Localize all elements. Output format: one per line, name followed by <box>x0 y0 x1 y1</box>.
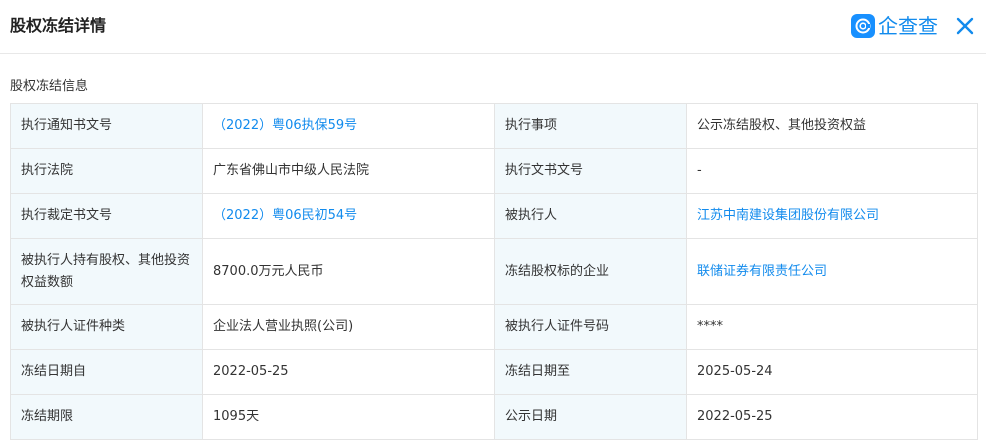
field-label: 执行文书文号 <box>494 148 687 194</box>
table-row: 被执行人证件种类 企业法人营业执照(公司) 被执行人证件号码 **** <box>10 304 978 350</box>
section-title: 股权冻结信息 <box>10 79 89 94</box>
field-label: 冻结期限 <box>10 394 203 440</box>
field-label: 冻结日期自 <box>10 349 203 395</box>
table-row: 冻结日期自 2022-05-25 冻结日期至 2025-05-24 <box>10 349 978 395</box>
table-row: 被执行人持有股权、其他投资权益数额 8700.0万元人民币 冻结股权标的企业 联储证券… <box>10 238 978 305</box>
field-value: **** <box>686 304 978 350</box>
brand-logo: 企查查 <box>851 12 938 40</box>
field-value-link[interactable]: 联储证券有限责任公司 <box>697 264 827 279</box>
field-label: 执行法院 <box>10 148 203 194</box>
field-value: 8700.0万元人民币 <box>202 238 495 305</box>
field-value: 2025-05-24 <box>686 349 978 395</box>
field-value-link[interactable]: 江苏中南建设集团股份有限公司 <box>697 208 879 223</box>
table-row: 执行法院 广东省佛山市中级人民法院 执行文书文号 - <box>10 148 978 194</box>
field-label: 被执行人证件种类 <box>10 304 203 350</box>
dialog-title: 股权冻结详情 <box>10 16 107 35</box>
field-label: 公示日期 <box>494 394 687 440</box>
field-label: 冻结日期至 <box>494 349 687 395</box>
field-label: 执行裁定书文号 <box>10 193 203 239</box>
table-row: 冻结期限 1095天 公示日期 2022-05-25 <box>10 394 978 440</box>
field-value: 广东省佛山市中级人民法院 <box>202 148 495 194</box>
freeze-info-table: 执行通知书文号 （2022）粤06执保59号 执行事项 公示冻结股权、其他投资权益 执行… <box>10 103 978 440</box>
dialog-header: 股权冻结详情 企查查 <box>0 0 986 54</box>
brand-name: 企查查 <box>878 14 938 38</box>
field-value: 2022-05-25 <box>202 349 495 395</box>
field-label: 被执行人持有股权、其他投资权益数额 <box>10 238 203 305</box>
field-value: 2022-05-25 <box>686 394 978 440</box>
field-value-cell: 联储证券有限责任公司 <box>686 238 978 305</box>
field-value: - <box>686 148 978 194</box>
table-row: 执行通知书文号 （2022）粤06执保59号 执行事项 公示冻结股权、其他投资权益 <box>10 103 978 149</box>
field-value-cell: （2022）粤06民初54号 <box>202 193 495 239</box>
field-label: 执行事项 <box>494 103 687 149</box>
brand-mark-icon <box>851 14 875 38</box>
field-value-link[interactable]: （2022）粤06执保59号 <box>213 118 357 133</box>
field-value-cell: 江苏中南建设集团股份有限公司 <box>686 193 978 239</box>
field-label: 冻结股权标的企业 <box>494 238 687 305</box>
field-label: 被执行人 <box>494 193 687 239</box>
field-value: 公示冻结股权、其他投资权益 <box>686 103 978 149</box>
close-icon[interactable] <box>955 16 975 36</box>
field-value: 1095天 <box>202 394 495 440</box>
table-row: 执行裁定书文号 （2022）粤06民初54号 被执行人 江苏中南建设集团股份有限公司 <box>10 193 978 239</box>
field-value-link[interactable]: （2022）粤06民初54号 <box>213 208 357 223</box>
field-value: 企业法人营业执照(公司) <box>202 304 495 350</box>
field-label: 执行通知书文号 <box>10 103 203 149</box>
field-label: 被执行人证件号码 <box>494 304 687 350</box>
field-value-cell: （2022）粤06执保59号 <box>202 103 495 149</box>
